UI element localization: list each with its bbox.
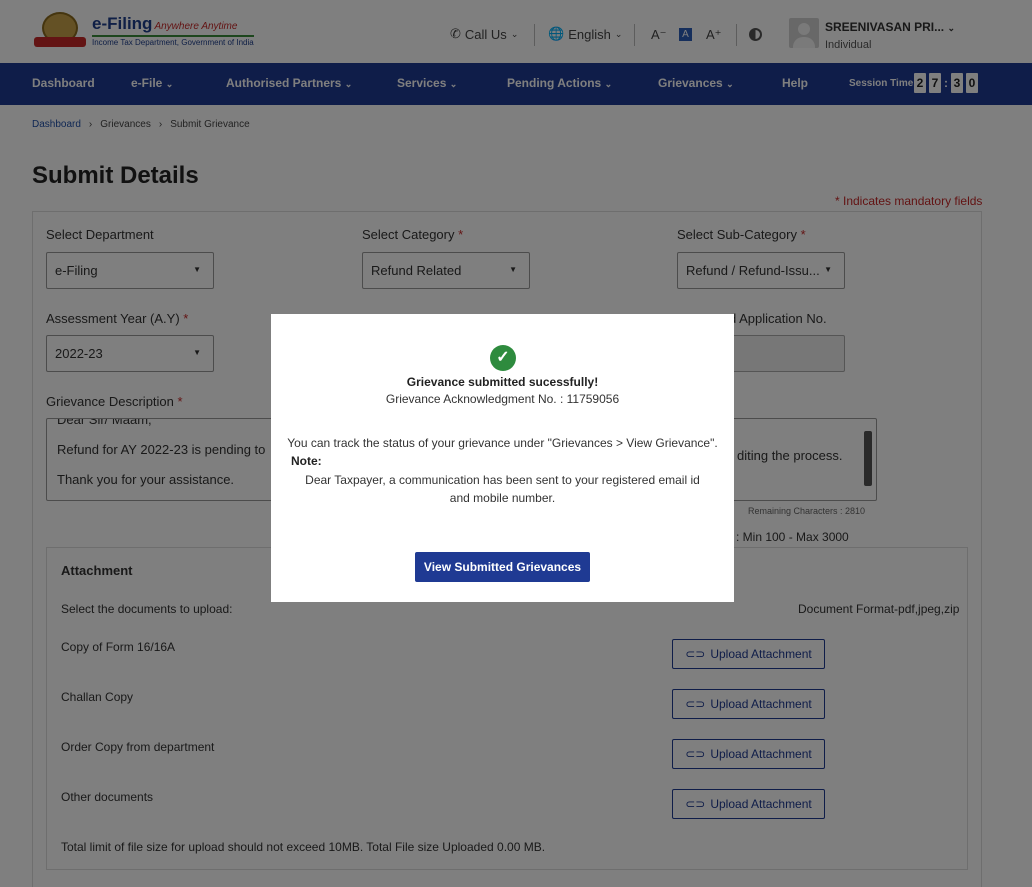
acknowledgment-number: Grievance Acknowledgment No. : 11759056 [385, 392, 620, 406]
view-submitted-grievances-button[interactable]: View Submitted Grievances [415, 552, 590, 582]
check-circle-icon: ✓ [490, 345, 516, 371]
note-label: Note: [291, 454, 322, 468]
success-modal: ✓ Grievance submitted sucessfully! Griev… [271, 314, 734, 602]
track-status-text: You can track the status of your grievan… [287, 436, 718, 450]
note-text: Dear Taxpayer, a communication has been … [305, 473, 700, 505]
modal-title: Grievance submitted sucessfully! [406, 375, 599, 389]
